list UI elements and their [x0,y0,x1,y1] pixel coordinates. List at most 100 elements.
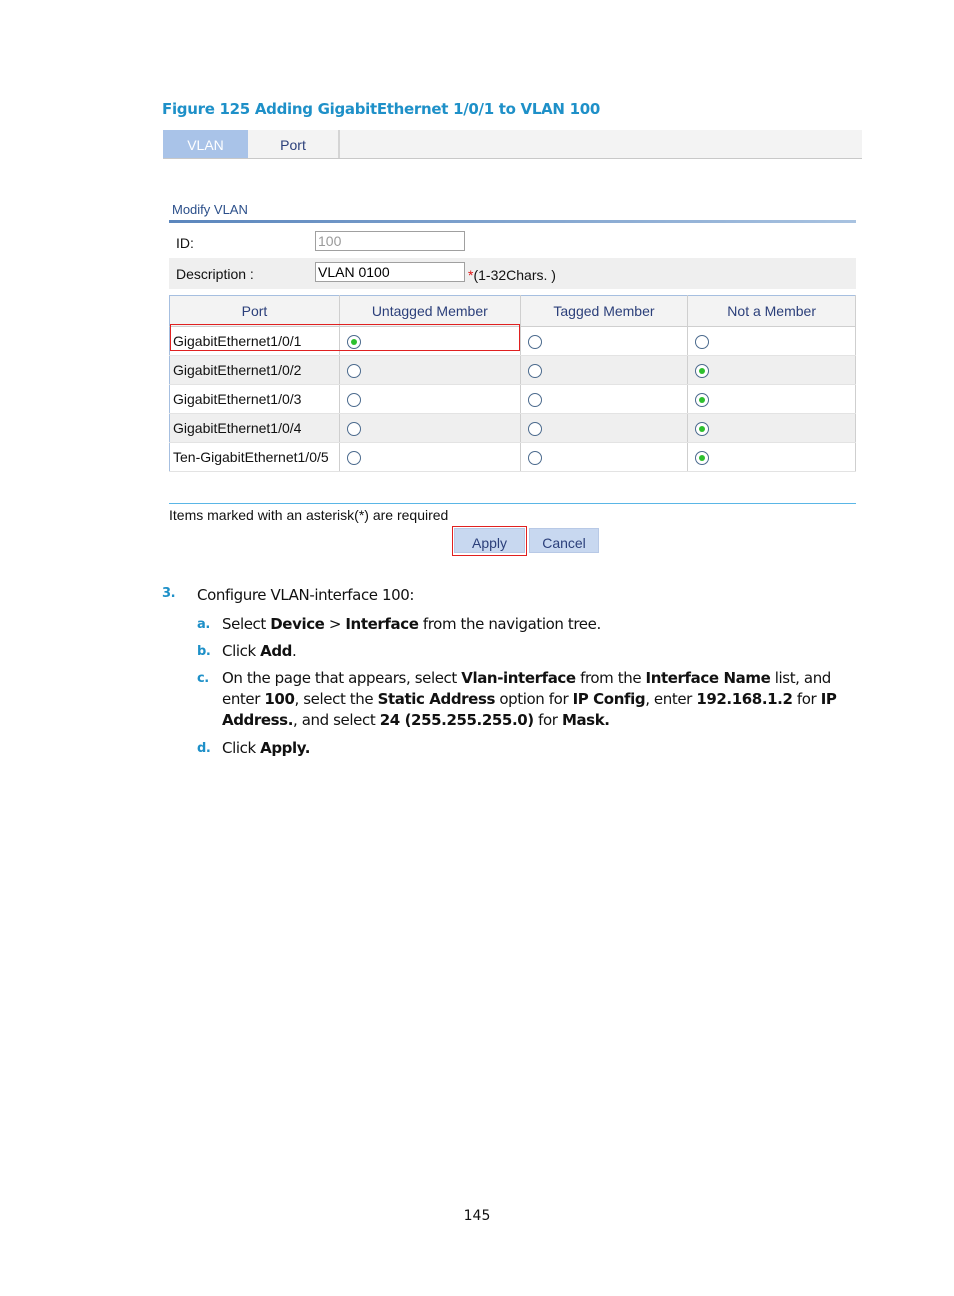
port-name: GigabitEthernet1/0/2 [169,355,340,385]
membership-cell [339,442,521,472]
radio-not-a-member[interactable] [695,335,710,350]
text-run: option for [495,690,573,708]
membership-cell [687,384,856,414]
text-run: from the navigation tree. [418,615,601,633]
radio-tagged-member[interactable] [527,422,542,437]
substep-b: b. Click Add. [197,641,872,662]
id-label: ID: [176,235,194,251]
substep-c: c. On the page that appears, select Vlan… [197,668,872,731]
section-title: Modify VLAN [172,202,248,217]
bold-term: Apply. [260,739,311,757]
bold-term: 24 (255.255.255.0) [379,711,534,729]
bold-term: Vlan-interface [461,669,576,687]
text-run: for [792,690,821,708]
text-run: > [324,615,346,633]
table-row: GigabitEthernet1/0/2 [169,355,856,385]
membership-cell [687,413,856,443]
membership-cell [520,326,689,356]
substep-letter: b. [197,644,211,659]
step-number: 3. [162,586,176,601]
description-label: Description : [176,266,254,282]
header-untagged: Untagged Member [339,295,521,327]
radio-tagged-member[interactable] [527,451,542,466]
tab-port[interactable]: Port [248,130,340,158]
description-field[interactable] [315,262,465,282]
port-name: GigabitEthernet1/0/4 [169,413,340,443]
radio-tagged-member[interactable] [527,364,542,379]
text-run: . [292,642,297,660]
text-run: , and select [293,711,380,729]
header-not-member: Not a Member [687,295,856,327]
membership-cell [687,326,856,356]
text-run: On the page that appears, select [222,669,462,687]
table-row: GigabitEthernet1/0/3 [169,384,856,414]
text-run: Select [222,615,271,633]
radio-not-a-member[interactable] [695,422,710,437]
footer-divider [169,503,856,504]
radio-not-a-member[interactable] [695,393,710,408]
figure-caption: Figure 125 Adding GigabitEthernet 1/0/1 … [162,100,601,118]
radio-not-a-member[interactable] [695,364,710,379]
page-number: 145 [463,1208,491,1224]
length-hint: (1-32Chars. ) [473,267,556,283]
bold-term: 100 [264,690,295,708]
membership-cell [520,442,689,472]
bold-term: Interface [345,615,419,633]
radio-untagged-member[interactable] [346,422,361,437]
text-run: , enter [645,690,697,708]
membership-cell [687,355,856,385]
table-row: GigabitEthernet1/0/1 [169,326,856,356]
radio-not-a-member[interactable] [695,451,710,466]
header-tagged: Tagged Member [520,295,689,327]
radio-tagged-member[interactable] [527,393,542,408]
membership-cell [520,413,689,443]
bold-term: IP Config [572,690,646,708]
substep-d: d. Click Apply. [197,738,872,759]
substep-letter: c. [197,671,209,686]
bold-term: Static Address [377,690,496,708]
step-text: Configure VLAN-interface 100: [197,586,415,604]
membership-cell [339,384,521,414]
membership-cell [520,384,689,414]
port-membership-table: Port Untagged Member Tagged Member Not a… [169,295,856,472]
bold-term: Mask. [561,711,610,729]
table-row: GigabitEthernet1/0/4 [169,413,856,443]
radio-untagged-member[interactable] [346,335,361,350]
substep-text: On the page that appears, select Vlan-in… [222,668,872,731]
membership-cell [520,355,689,385]
radio-untagged-member[interactable] [346,364,361,379]
id-row: ID: [169,227,856,258]
tab-vlan[interactable]: VLAN [163,130,248,158]
text-run: Click [222,642,261,660]
description-hint: *(1-32Chars. ) [468,267,556,283]
substep-text: Select Device > Interface from the navig… [222,614,872,635]
radio-tagged-member[interactable] [527,335,542,350]
substep-text: Click Add. [222,641,872,662]
text-run: from the [575,669,646,687]
apply-button[interactable]: Apply [454,528,525,553]
port-name: GigabitEthernet1/0/3 [169,384,340,414]
text-run: Click [222,739,261,757]
radio-untagged-member[interactable] [346,451,361,466]
membership-cell [339,355,521,385]
bold-term: Add [260,642,293,660]
section-divider [169,220,856,223]
bold-term: Interface Name [645,669,771,687]
required-note: Items marked with an asterisk(*) are req… [169,507,449,523]
substep-text: Click Apply. [222,738,872,759]
tab-bar: VLAN Port [163,130,862,159]
step-3: 3. Configure VLAN-interface 100: [162,586,414,604]
text-run: for [533,711,562,729]
membership-cell [339,326,521,356]
substep-letter: a. [197,617,210,632]
radio-untagged-member[interactable] [346,393,361,408]
membership-cell [339,413,521,443]
id-field [315,231,465,251]
text-run: , select the [294,690,378,708]
membership-cell [687,442,856,472]
table-row: Ten-GigabitEthernet1/0/5 [169,442,856,472]
header-port: Port [169,295,340,327]
cancel-button[interactable]: Cancel [529,528,599,553]
port-name: GigabitEthernet1/0/1 [169,326,340,356]
bold-term: Device [270,615,325,633]
